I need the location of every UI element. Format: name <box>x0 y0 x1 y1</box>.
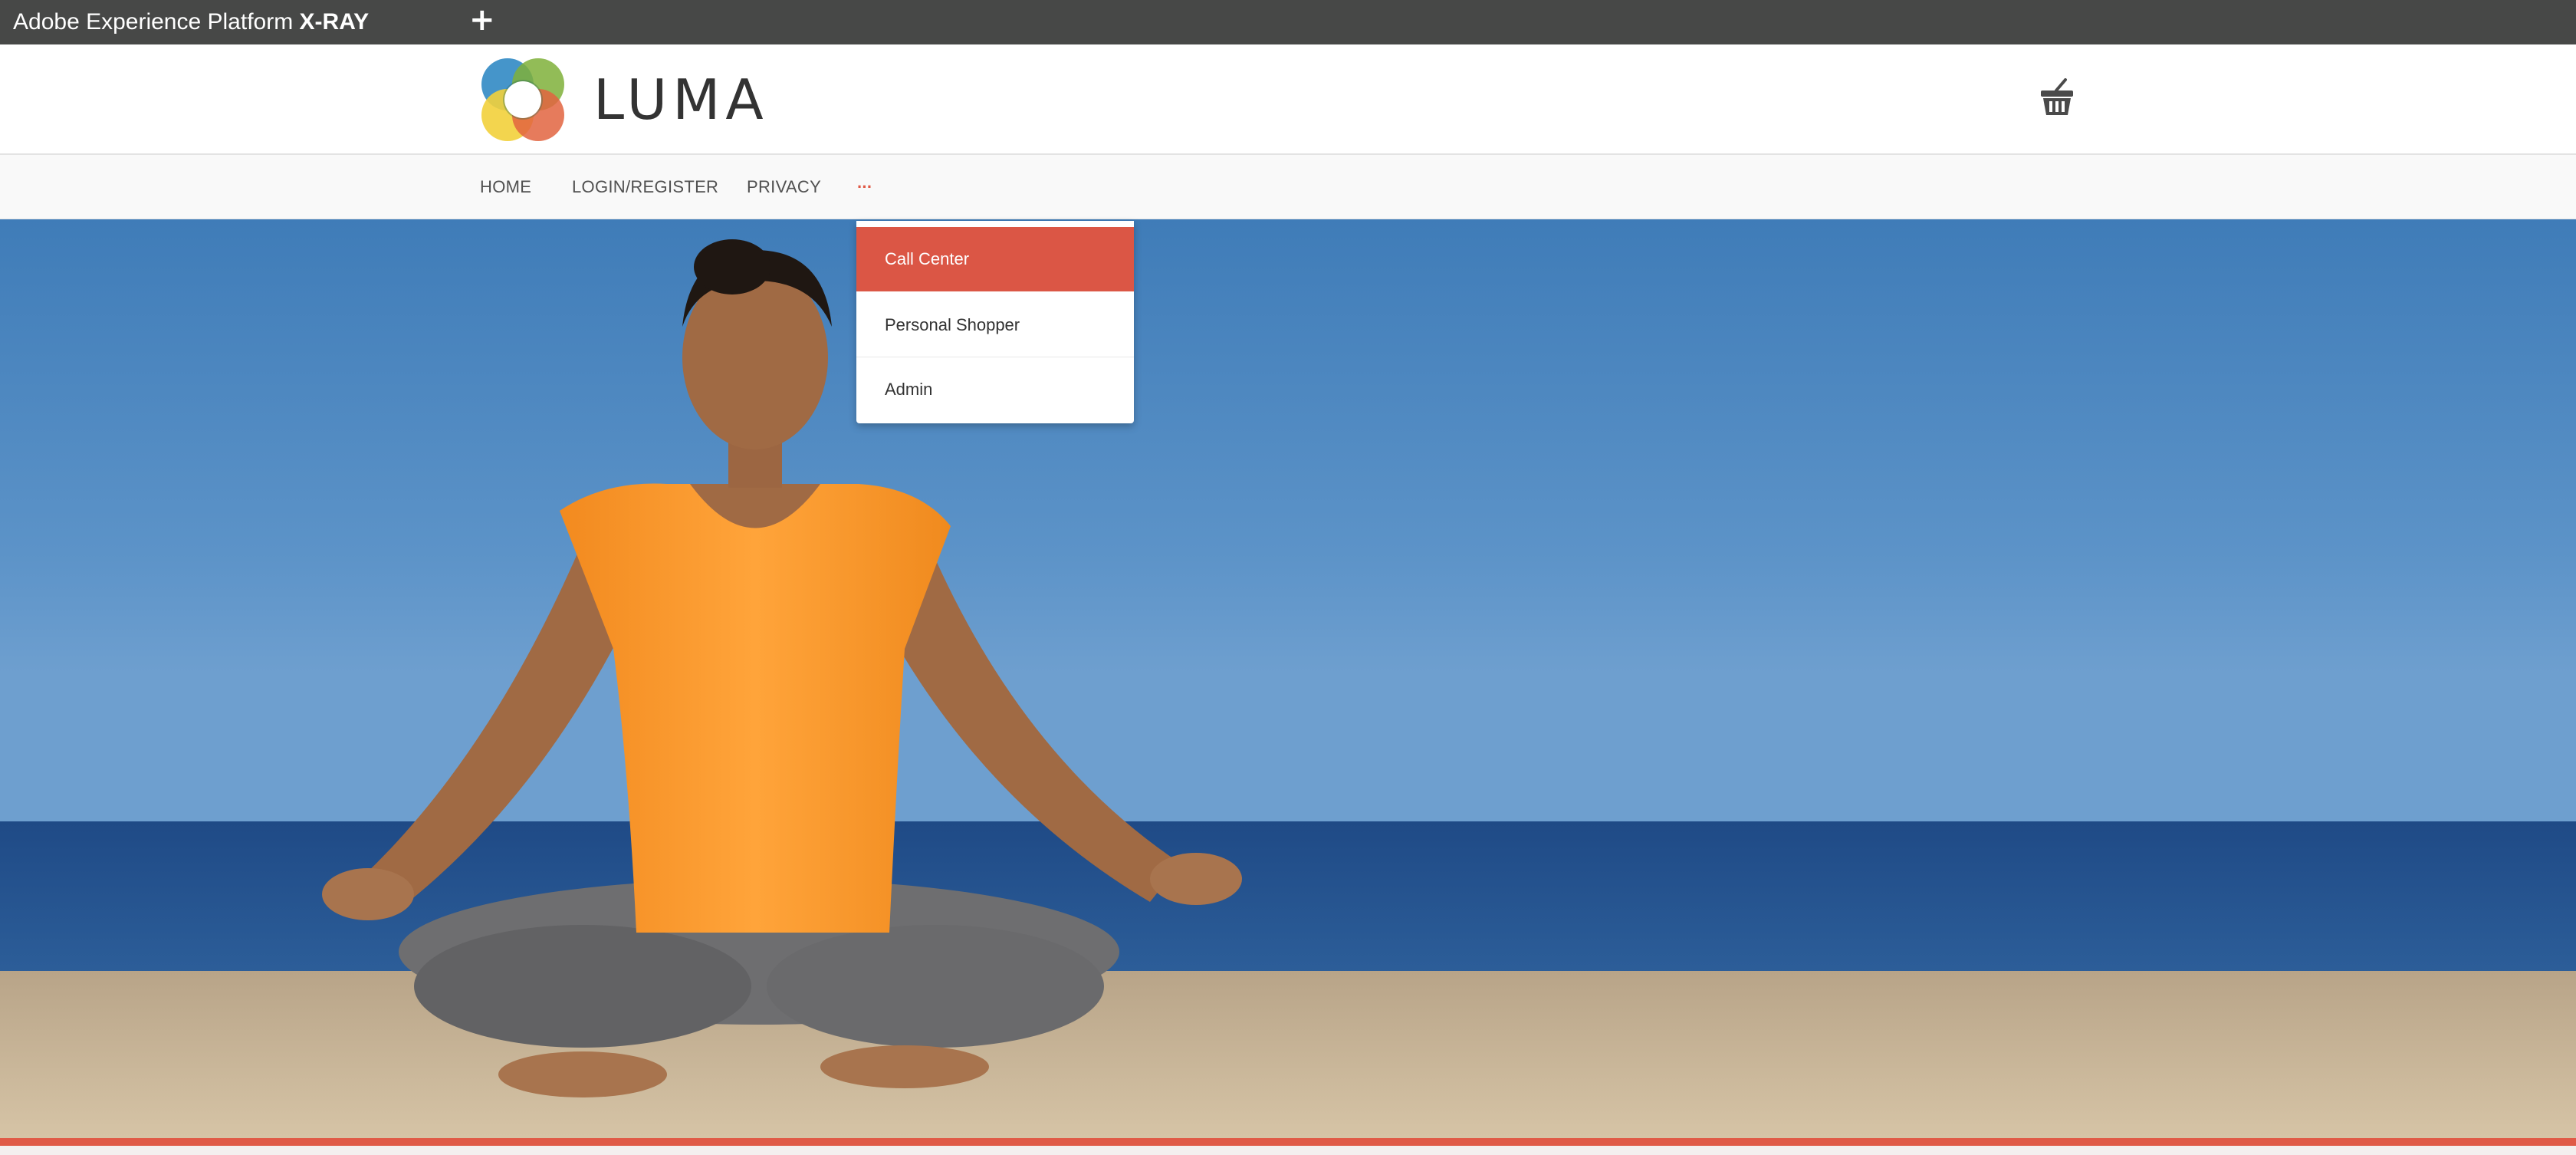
dropdown-item-label: Call Center <box>885 249 970 268</box>
dropdown-item-personal-shopper[interactable]: Personal Shopper <box>856 293 1134 357</box>
xray-title-strong: X-RAY <box>299 9 370 35</box>
nav-item-more[interactable]: ... <box>857 172 872 193</box>
dropdown-item-label: Admin <box>885 380 933 399</box>
dropdown-top-border <box>856 221 1134 225</box>
xray-title-prefix: Adobe Experience Platform <box>13 9 294 35</box>
xray-toolbar: Adobe Experience Platform X-RAY + <box>0 0 2576 44</box>
nav-item-login-register[interactable]: LOGIN/REGISTER <box>572 176 718 198</box>
logo-link[interactable]: LUMA <box>480 57 764 143</box>
dropdown-item-call-center[interactable]: Call Center <box>856 227 1134 291</box>
page-footer-edge <box>0 1146 2576 1155</box>
hero-banner <box>0 219 2576 1138</box>
nav-item-privacy[interactable]: PRIVACY <box>747 176 821 198</box>
nav-item-home[interactable]: HOME <box>480 176 531 198</box>
main-nav: HOME LOGIN/REGISTER PRIVACY ... <box>0 155 2576 219</box>
basket-icon[interactable] <box>2039 78 2075 118</box>
xray-title: Adobe Experience Platform X-RAY <box>13 9 369 35</box>
add-icon[interactable]: + <box>469 2 495 38</box>
luma-logo-icon <box>481 58 564 141</box>
dropdown-item-label: Personal Shopper <box>885 315 1020 334</box>
logo-text: LUMA <box>593 67 769 132</box>
site-header: LUMA <box>0 44 2576 155</box>
hero-bottom-accent <box>0 1138 2576 1146</box>
more-dropdown-menu: Call Center Personal Shopper Admin <box>856 221 1134 423</box>
dropdown-item-admin[interactable]: Admin <box>856 357 1134 422</box>
hero-image <box>0 219 2576 1138</box>
